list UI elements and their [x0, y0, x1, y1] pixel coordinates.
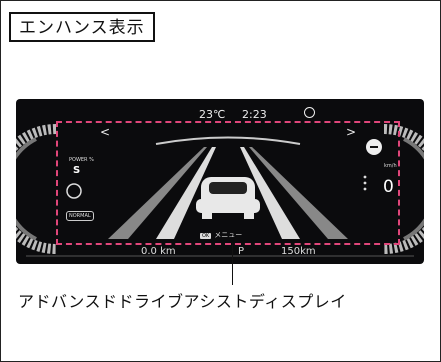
ok-key-icon: OK: [200, 233, 212, 239]
assist-display-highlight: [56, 121, 400, 245]
power-label: POWER %: [69, 157, 94, 163]
previous-screen-icon: <: [100, 125, 111, 139]
speed-readout: 0: [383, 177, 394, 197]
power-gauge-outer: [16, 137, 37, 241]
status-icon: [304, 107, 315, 118]
driving-range: 150km: [281, 246, 316, 257]
speed-gauge-outer: [403, 137, 424, 241]
gear-selector: S: [73, 165, 81, 176]
instrument-cluster-display: 23℃ 2:23 < > POWER % S NORMAL km/h 0 OK メ…: [16, 99, 424, 264]
outside-temperature: 23℃: [199, 108, 226, 121]
gear-position: P: [238, 246, 245, 257]
speed-unit: km/h: [384, 163, 397, 169]
menu-label: メニュー: [214, 231, 243, 239]
next-screen-icon: >: [346, 125, 357, 139]
clock: 2:23: [242, 108, 267, 121]
caption: アドバンスドドライブアシストディスプレイ: [18, 292, 347, 311]
drive-mode-badge: NORMAL: [66, 211, 94, 221]
menu-hint: OK メニュー: [200, 230, 242, 240]
odometer: 0.0 km: [141, 246, 176, 257]
page-title: エンハンス表示: [9, 12, 155, 42]
leader-line: [232, 243, 233, 285]
